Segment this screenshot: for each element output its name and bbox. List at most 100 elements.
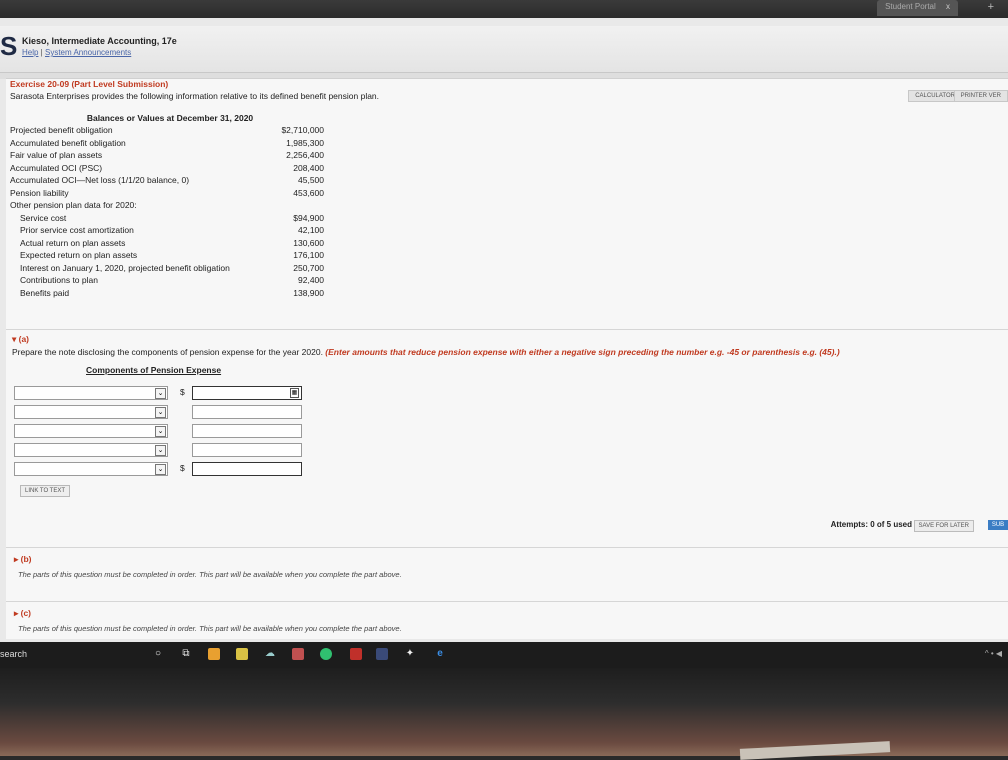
table-row: Service cost $94,900 xyxy=(10,213,330,226)
edge-icon[interactable]: e xyxy=(434,648,446,660)
component-select[interactable]: ⌄ xyxy=(14,462,168,476)
header-links: Help | System Announcements xyxy=(22,48,131,57)
component-select[interactable]: ⌄ xyxy=(14,386,168,400)
help-link[interactable]: Help xyxy=(22,48,38,57)
spotify-icon[interactable] xyxy=(320,648,332,660)
part-b-section: ▸ (b) The parts of this question must be… xyxy=(6,547,1008,600)
exercise-title: Exercise 20-09 (Part Level Submission) xyxy=(10,79,169,89)
row-label: Expected return on plan assets xyxy=(20,250,138,260)
row-label: Contributions to plan xyxy=(20,275,98,285)
chevron-down-icon[interactable]: ⌄ xyxy=(155,426,166,437)
browser-chrome: Student Portal x + xyxy=(0,0,1008,18)
row-value: 453,600 xyxy=(293,187,324,198)
part-a-instruction: Prepare the note disclosing the componen… xyxy=(12,347,840,357)
search-box[interactable]: search xyxy=(0,649,27,659)
calculator-icon[interactable]: ▦ xyxy=(290,388,299,398)
submit-button[interactable]: SUB xyxy=(988,520,1008,530)
dollar-sign: $ xyxy=(180,463,185,473)
row-label: Projected benefit obligation xyxy=(10,125,113,135)
system-announcements-link[interactable]: System Announcements xyxy=(45,48,131,57)
balances-table: Balances or Values at December 31, 2020 … xyxy=(10,113,330,300)
row-label: Accumulated OCI—Net loss (1/1/20 balance… xyxy=(10,175,190,185)
chevron-down-icon[interactable]: ⌄ xyxy=(155,388,166,399)
question-panel: Exercise 20-09 (Part Level Submission) S… xyxy=(6,78,1008,639)
component-select[interactable]: ⌄ xyxy=(14,405,168,419)
part-b-toggle[interactable]: ▸ (b) xyxy=(14,554,31,565)
app-icon[interactable] xyxy=(350,648,362,660)
instruction-hint: (Enter amounts that reduce pension expen… xyxy=(325,347,840,357)
attempts-counter: Attempts: 0 of 5 used xyxy=(830,520,912,529)
amount-input[interactable] xyxy=(192,424,302,438)
chevron-down-icon[interactable]: ⌄ xyxy=(155,445,166,456)
row-value: $94,900 xyxy=(293,212,324,223)
dollar-sign: $ xyxy=(180,387,185,397)
part-a-section: ▾ (a) Prepare the note disclosing the co… xyxy=(6,329,1008,545)
row-value: 1,985,300 xyxy=(286,137,324,148)
component-select[interactable]: ⌄ xyxy=(14,424,168,438)
circle-icon[interactable]: ○ xyxy=(152,648,164,660)
row-value: 208,400 xyxy=(293,162,324,173)
table-row: Contributions to plan 92,400 xyxy=(10,275,330,288)
app-icon[interactable] xyxy=(376,648,388,660)
amount-input[interactable]: ▦ xyxy=(192,386,302,400)
logo-icon: S xyxy=(0,31,18,61)
table-row: Fair value of plan assets 2,256,400 xyxy=(10,150,330,163)
row-value: 42,100 xyxy=(298,225,324,235)
table-row: Prior service cost amortization 42,100 xyxy=(10,225,330,238)
task-view-icon[interactable]: ⧉ xyxy=(180,648,192,660)
chevron-down-icon[interactable]: ⌄ xyxy=(155,407,166,418)
exercise-intro: Sarasota Enterprises provides the follow… xyxy=(10,91,380,101)
row-value: 176,100 xyxy=(293,250,324,260)
link-to-text-button[interactable]: LINK TO TEXT xyxy=(20,485,71,497)
other-data-heading: Other pension plan data for 2020: xyxy=(10,200,137,210)
app-icon[interactable] xyxy=(208,648,220,660)
row-value: 45,500 xyxy=(298,175,324,185)
close-tab-icon[interactable]: x xyxy=(946,2,950,11)
part-c-note: The parts of this question must be compl… xyxy=(18,624,402,633)
balances-heading: Balances or Values at December 31, 2020 xyxy=(86,113,254,123)
app-icon[interactable] xyxy=(292,648,304,660)
new-tab-button[interactable]: + xyxy=(988,1,994,13)
app-header: S Kieso, Intermediate Accounting, 17e He… xyxy=(0,26,1008,73)
table-row: Expected return on plan assets 176,100 xyxy=(10,250,330,263)
component-select[interactable]: ⌄ xyxy=(14,443,168,457)
browser-tab[interactable]: Student Portal x xyxy=(877,0,958,16)
row-label: Service cost xyxy=(20,212,67,223)
system-tray[interactable]: ^ • ◀ xyxy=(985,649,1002,658)
row-label: Accumulated OCI (PSC) xyxy=(10,162,103,173)
part-a-toggle[interactable]: ▾ (a) xyxy=(12,334,29,345)
table-row: Accumulated OCI (PSC) 208,400 xyxy=(10,163,330,176)
table-row: Other pension plan data for 2020: xyxy=(10,200,330,213)
table-row: Accumulated OCI—Net loss (1/1/20 balance… xyxy=(10,175,330,188)
amount-input[interactable] xyxy=(192,405,302,419)
table-row: Benefits paid 138,900 xyxy=(10,288,330,301)
amount-input[interactable] xyxy=(192,443,302,457)
components-heading: Components of Pension Expense xyxy=(86,365,222,375)
table-row: Pension liability 453,600 xyxy=(10,188,330,201)
instruction-text: Prepare the note disclosing the componen… xyxy=(12,347,326,357)
row-label: Actual return on plan assets xyxy=(20,237,126,248)
part-c-toggle[interactable]: ▸ (c) xyxy=(14,608,31,619)
steam-icon[interactable]: ✦ xyxy=(404,648,416,660)
table-row: Accumulated benefit obligation 1,985,300 xyxy=(10,138,330,151)
cloud-icon[interactable]: ☁ xyxy=(264,648,276,660)
row-value: 130,600 xyxy=(293,237,324,248)
table-row: Projected benefit obligation $2,710,000 xyxy=(10,125,330,138)
printer-version-button[interactable]: PRINTER VER xyxy=(953,90,1008,102)
table-row: Interest on January 1, 2020, projected b… xyxy=(10,263,330,276)
row-label: Interest on January 1, 2020, projected b… xyxy=(20,262,230,273)
part-c-section: ▸ (c) The parts of this question must be… xyxy=(6,601,1008,640)
windows-taskbar: search ○ ⧉ ☁ ✦ e ^ • ◀ xyxy=(0,642,1008,668)
chevron-down-icon[interactable]: ⌄ xyxy=(155,464,166,475)
row-value: 250,700 xyxy=(293,262,324,273)
save-for-later-button[interactable]: SAVE FOR LATER xyxy=(913,520,974,532)
row-label: Accumulated benefit obligation xyxy=(10,137,126,148)
book-title: Kieso, Intermediate Accounting, 17e xyxy=(22,36,177,46)
row-value: 2,256,400 xyxy=(286,150,324,160)
row-value: 92,400 xyxy=(298,275,324,285)
folder-icon[interactable] xyxy=(236,648,248,660)
row-label: Benefits paid xyxy=(20,287,70,298)
web-page: S Kieso, Intermediate Accounting, 17e He… xyxy=(0,18,1008,642)
total-input[interactable] xyxy=(192,462,302,476)
row-label: Pension liability xyxy=(10,187,69,198)
